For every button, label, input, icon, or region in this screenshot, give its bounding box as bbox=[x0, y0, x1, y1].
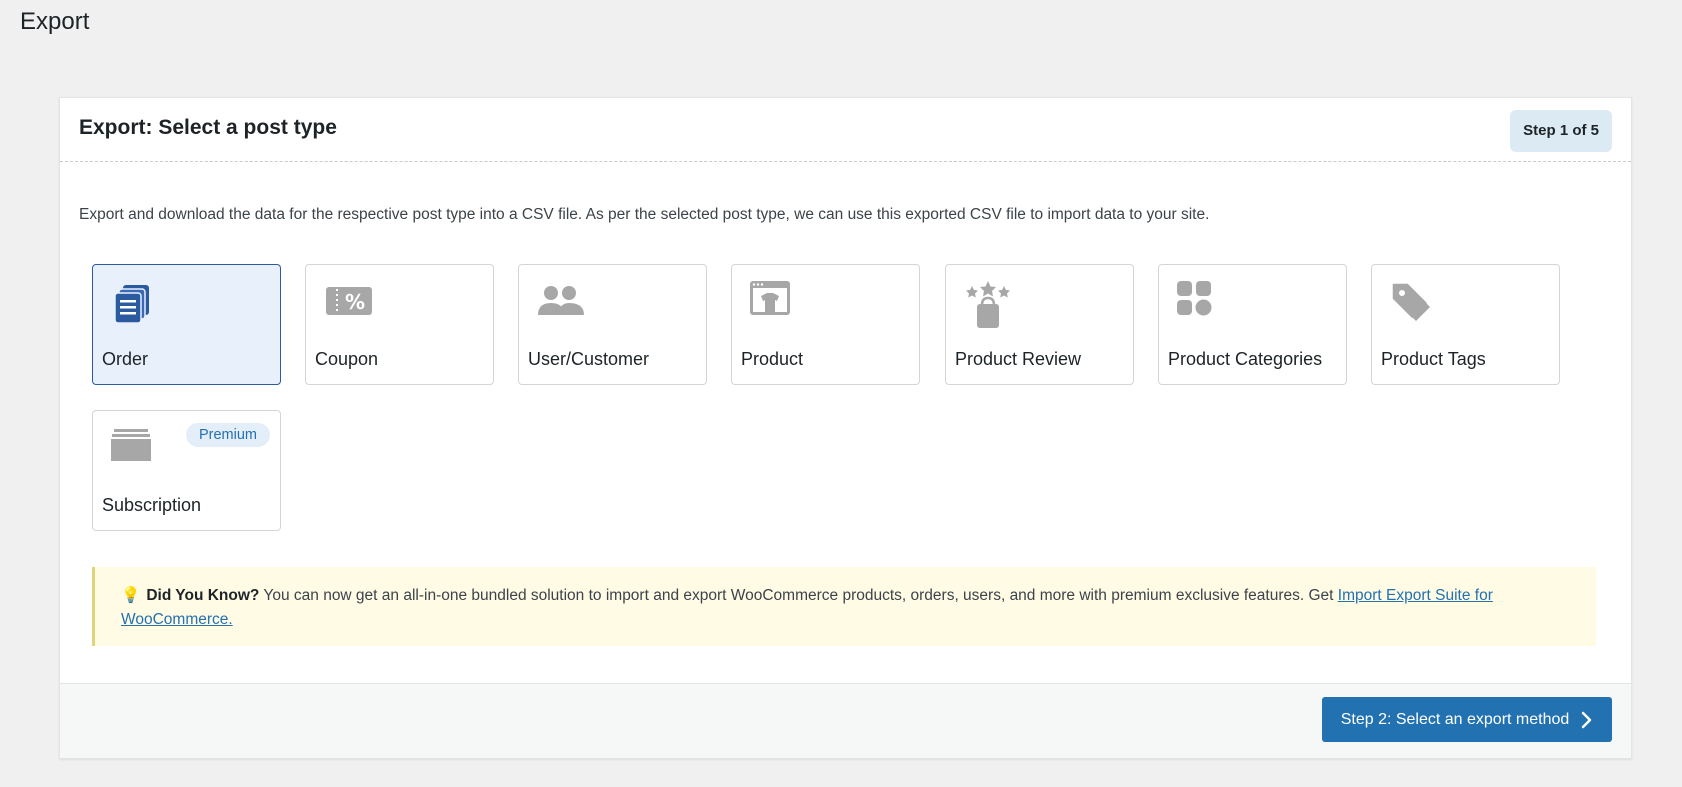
post-type-order[interactable]: Order bbox=[92, 264, 281, 385]
next-step-label: Step 2: Select an export method bbox=[1340, 710, 1570, 728]
panel-title: Export: Select a post type bbox=[79, 116, 337, 139]
post-type-product-categories[interactable]: Product Categories bbox=[1158, 264, 1347, 385]
order-stack-icon bbox=[114, 285, 149, 324]
tag-icon bbox=[1391, 282, 1430, 321]
review-stars-bag-icon bbox=[966, 281, 1010, 328]
users-icon bbox=[538, 286, 584, 315]
post-type-label: Product bbox=[741, 349, 804, 369]
post-type-label: Order bbox=[102, 349, 149, 369]
post-type-label: Product Review bbox=[955, 349, 1082, 369]
panel-header: Export: Select a post type Step 1 of 5 bbox=[60, 98, 1631, 162]
premium-badge: Premium bbox=[185, 423, 270, 447]
did-you-know-notice: 💡 Did You Know? You can now get an all-in… bbox=[92, 567, 1596, 646]
panel-description: Export and download the data for the res… bbox=[79, 206, 1210, 223]
next-step-button[interactable]: Step 2: Select an export method bbox=[1322, 697, 1612, 742]
product-shirt-icon bbox=[750, 281, 790, 315]
post-type-label: Subscription bbox=[102, 495, 202, 515]
chevron-right-icon bbox=[1582, 711, 1592, 728]
categories-grid-icon bbox=[1177, 281, 1212, 316]
post-type-label: User/Customer bbox=[528, 349, 650, 369]
post-type-label: Coupon bbox=[315, 349, 379, 369]
post-type-product-tags[interactable]: Product Tags bbox=[1371, 264, 1560, 385]
export-panel: Export: Select a post type Step 1 of 5 E… bbox=[59, 97, 1632, 759]
coupon-icon: % bbox=[326, 287, 372, 315]
lightbulb-icon: 💡 bbox=[121, 587, 141, 604]
post-type-label: Product Tags bbox=[1381, 349, 1486, 369]
post-type-product[interactable]: Product bbox=[731, 264, 920, 385]
post-type-product-review[interactable]: Product Review bbox=[945, 264, 1134, 385]
notice-text: You can now get an all-in-one bundled so… bbox=[259, 587, 1338, 604]
notice-heading: Did You Know? bbox=[146, 587, 260, 604]
page-title: Export bbox=[20, 8, 90, 35]
step-badge: Step 1 of 5 bbox=[1510, 110, 1612, 152]
subscription-stack-icon bbox=[111, 429, 151, 461]
svg-text:%: % bbox=[345, 290, 365, 314]
panel-footer: Step 2: Select an export method bbox=[60, 683, 1631, 758]
post-type-coupon[interactable]: % Coupon bbox=[305, 264, 494, 385]
post-type-user-customer[interactable]: User/Customer bbox=[518, 264, 707, 385]
post-type-label: Product Categories bbox=[1168, 349, 1323, 369]
post-type-subscription[interactable]: Premium Subscription bbox=[92, 410, 281, 531]
